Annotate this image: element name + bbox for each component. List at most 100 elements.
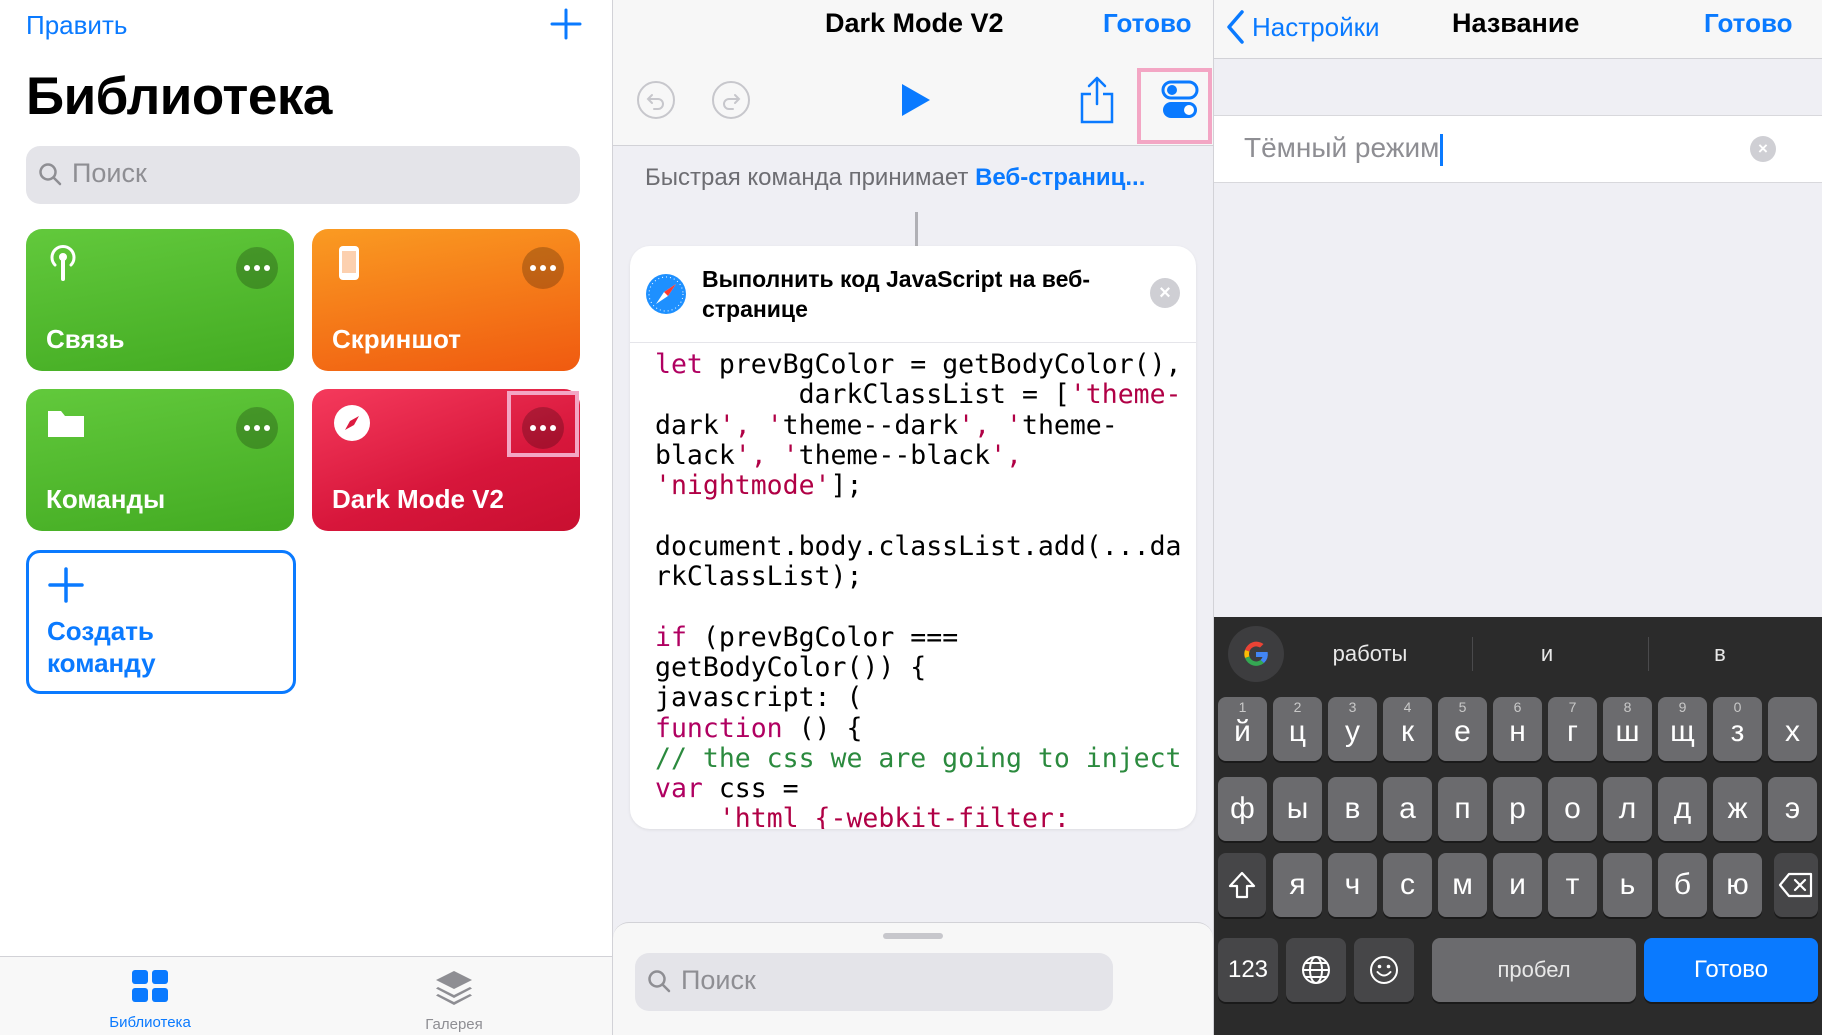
backspace-icon <box>1778 872 1813 898</box>
tab-gallery[interactable]: Галерея <box>374 969 534 1033</box>
plus-icon[interactable] <box>548 6 584 42</box>
share-icon[interactable] <box>1079 76 1115 124</box>
shift-key[interactable] <box>1218 853 1266 917</box>
create-label: Создать команду <box>47 616 156 678</box>
space-key[interactable]: пробел <box>1432 938 1636 1002</box>
google-icon[interactable] <box>1228 626 1284 682</box>
key-с[interactable]: с <box>1383 853 1432 917</box>
key-и[interactable]: и <box>1493 853 1542 917</box>
numbers-key[interactable]: 123 <box>1218 938 1278 1002</box>
key-в[interactable]: в <box>1328 777 1377 841</box>
key-м[interactable]: м <box>1438 853 1487 917</box>
key-у[interactable]: 3у <box>1328 697 1377 761</box>
key-ь[interactable]: ь <box>1603 853 1652 917</box>
highlight-box <box>1137 68 1212 144</box>
search-input[interactable]: Поиск <box>26 146 580 204</box>
more-options-button[interactable] <box>236 407 278 449</box>
search-icon <box>39 163 62 186</box>
actions-search-input[interactable]: Поиск <box>635 953 1113 1011</box>
key-б[interactable]: б <box>1658 853 1707 917</box>
suggestion-3[interactable]: в <box>1645 641 1795 667</box>
back-button[interactable]: Настройки <box>1224 8 1380 46</box>
key-х[interactable]: х <box>1768 697 1817 761</box>
actions-sheet: Поиск <box>613 922 1213 1035</box>
create-shortcut-button[interactable]: Создать команду <box>26 550 296 694</box>
key-л[interactable]: л <box>1603 777 1652 841</box>
javascript-code-editor[interactable]: let prevBgColor = getBodyColor(), darkCl… <box>655 349 1182 829</box>
key-ш[interactable]: 8ш <box>1603 697 1652 761</box>
sheet-grabber[interactable] <box>883 933 943 939</box>
shift-icon <box>1228 871 1256 899</box>
settings-title: Название <box>1452 8 1580 38</box>
settings-panel: Настройки Название Готово Тёмный режим ×… <box>1214 0 1822 1035</box>
key-й[interactable]: 1й <box>1218 697 1267 761</box>
shortcut-tile-screenshot[interactable]: Скриншот <box>312 229 580 371</box>
key-т[interactable]: т <box>1548 853 1597 917</box>
key-г[interactable]: 7г <box>1548 697 1597 761</box>
key-р[interactable]: р <box>1493 777 1542 841</box>
suggestion-1[interactable]: работы <box>1295 641 1445 667</box>
globe-key[interactable] <box>1286 938 1346 1002</box>
key-char: й <box>1234 715 1251 748</box>
shortcut-tile-svyaz[interactable]: Связь <box>26 229 294 371</box>
editor-panel: Dark Mode V2 Готово Быстрая команда прин… <box>613 0 1213 1035</box>
grid-icon <box>132 970 168 1002</box>
accepts-link[interactable]: Веб-страниц... <box>975 164 1145 191</box>
remove-action-icon[interactable]: × <box>1150 278 1180 308</box>
clear-text-icon[interactable]: × <box>1750 136 1776 162</box>
key-я[interactable]: я <box>1273 853 1322 917</box>
suggestion-bar: работы и в <box>1214 617 1822 689</box>
more-options-button[interactable] <box>236 247 278 289</box>
name-field-text: Тёмный режим <box>1244 132 1444 166</box>
back-label: Настройки <box>1252 11 1380 42</box>
done-button[interactable]: Готово <box>1103 8 1191 39</box>
key-ю[interactable]: ю <box>1713 853 1762 917</box>
edit-button[interactable]: Править <box>26 10 127 41</box>
plus-icon <box>47 565 85 611</box>
layers-icon <box>436 971 472 1005</box>
action-title: Выполнить код JavaScript на веб-странице <box>702 266 1091 322</box>
key-щ[interactable]: 9щ <box>1658 697 1707 761</box>
key-hint: 2 <box>1293 699 1302 715</box>
undo-icon[interactable] <box>637 81 675 119</box>
emoji-key[interactable] <box>1354 938 1414 1002</box>
key-ф[interactable]: ф <box>1218 777 1267 841</box>
input-type-row: Быстрая команда принимает Веб-страниц... <box>613 146 1213 212</box>
name-value: Тёмный режим <box>1244 132 1440 163</box>
redo-icon[interactable] <box>712 81 750 119</box>
safari-icon <box>646 274 686 314</box>
key-ж[interactable]: ж <box>1713 777 1762 841</box>
key-char: щ <box>1670 715 1695 748</box>
more-options-button[interactable] <box>522 247 564 289</box>
name-field[interactable]: Тёмный режим × <box>1214 115 1822 183</box>
done-button[interactable]: Готово <box>1704 8 1792 39</box>
key-п[interactable]: п <box>1438 777 1487 841</box>
shortcut-label: Dark Mode V2 <box>332 484 504 514</box>
key-char: ц <box>1288 715 1307 748</box>
key-а[interactable]: а <box>1383 777 1432 841</box>
key-ч[interactable]: ч <box>1328 853 1377 917</box>
key-ц[interactable]: 2ц <box>1273 697 1322 761</box>
key-з[interactable]: 0з <box>1713 697 1762 761</box>
key-ы[interactable]: ы <box>1273 777 1322 841</box>
key-к[interactable]: 4к <box>1383 697 1432 761</box>
key-е[interactable]: 5е <box>1438 697 1487 761</box>
backspace-key[interactable] <box>1774 853 1818 917</box>
key-char: н <box>1509 715 1526 748</box>
tab-library[interactable]: Библиотека <box>70 969 230 1031</box>
page-title: Библиотека <box>26 67 332 126</box>
phone-icon <box>339 246 359 280</box>
done-key[interactable]: Готово <box>1644 938 1818 1002</box>
key-char: к <box>1400 715 1415 748</box>
key-char: ш <box>1615 715 1640 748</box>
key-о[interactable]: о <box>1548 777 1597 841</box>
key-д[interactable]: д <box>1658 777 1707 841</box>
keyboard: работы и в 1й2ц3у4к5е6н7г8ш9щ0зх фывапро… <box>1214 617 1822 1035</box>
key-э[interactable]: э <box>1768 777 1817 841</box>
play-icon[interactable] <box>898 82 932 118</box>
shortcut-tile-commands[interactable]: Команды <box>26 389 294 531</box>
key-hint: 7 <box>1568 699 1577 715</box>
editor-title: Dark Mode V2 <box>825 8 1004 38</box>
key-н[interactable]: 6н <box>1493 697 1542 761</box>
suggestion-2[interactable]: и <box>1472 641 1622 667</box>
